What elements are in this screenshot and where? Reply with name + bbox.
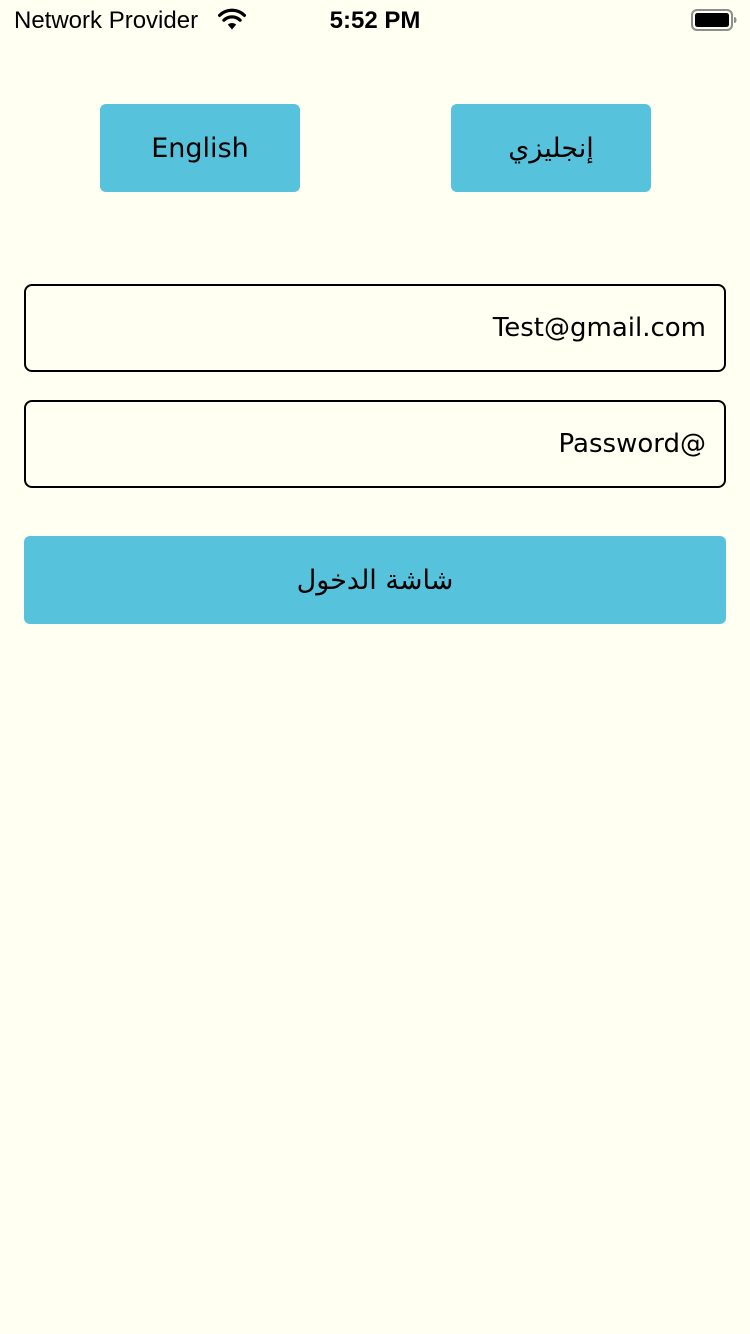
password-field[interactable]: [24, 400, 726, 488]
english-language-button[interactable]: English: [100, 104, 300, 192]
arabic-language-button[interactable]: إنجليزي: [451, 104, 651, 192]
login-button[interactable]: شاشة الدخول: [24, 536, 726, 624]
status-time: 5:52 PM: [329, 7, 421, 34]
status-bar: Network Provider 5:52 PM: [0, 0, 750, 40]
battery-full-icon: [691, 9, 737, 31]
email-field[interactable]: [24, 284, 726, 372]
